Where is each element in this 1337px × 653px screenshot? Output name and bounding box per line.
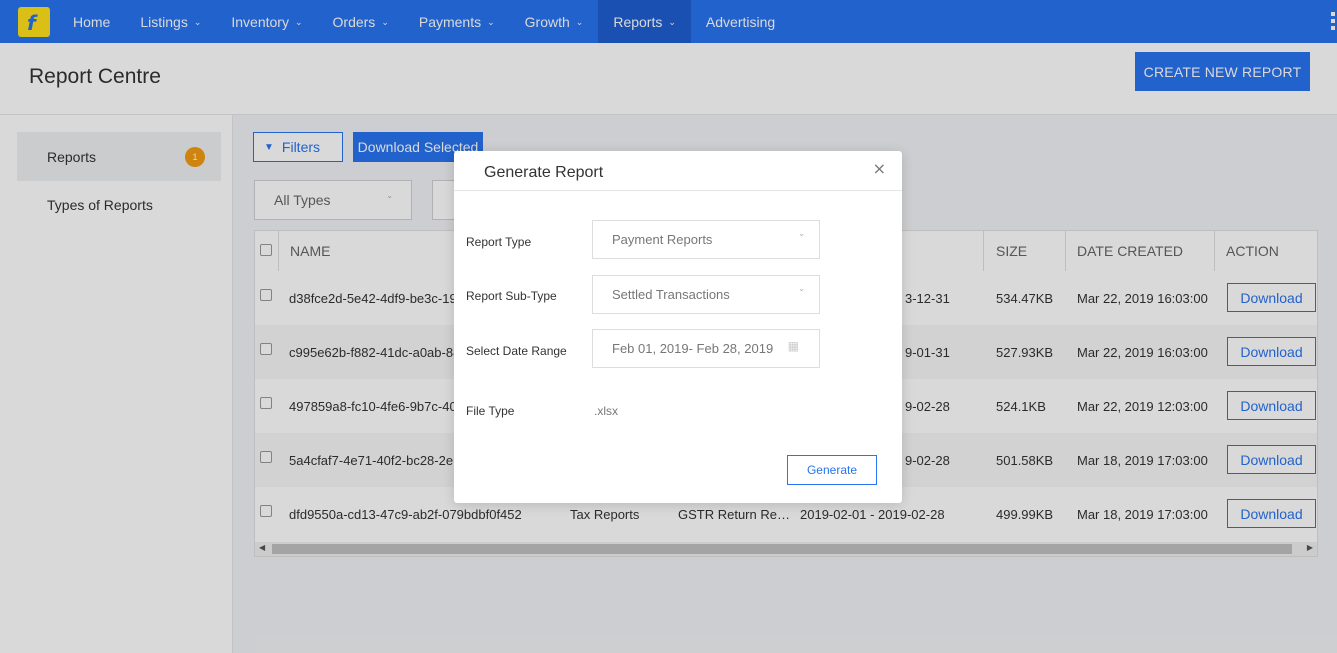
modal-divider [454, 190, 902, 191]
date-range-input[interactable]: Feb 01, 2019- Feb 28, 2019 ▦ [592, 329, 820, 368]
report-type-label: Report Type [466, 235, 532, 249]
file-type-label: File Type [466, 404, 515, 418]
chevron-down-icon: ⌄ [798, 229, 805, 238]
file-type-value: .xlsx [594, 404, 618, 418]
generate-button[interactable]: Generate [787, 455, 877, 485]
chevron-down-icon: ⌄ [798, 284, 805, 293]
date-range-label: Select Date Range [466, 344, 567, 358]
calendar-icon[interactable]: ▦ [788, 339, 799, 353]
modal-title: Generate Report [484, 164, 604, 181]
report-subtype-select[interactable]: Settled Transactions ⌄ [592, 275, 820, 314]
report-type-select[interactable]: Payment Reports ⌄ [592, 220, 820, 259]
report-subtype-label: Report Sub-Type [466, 289, 557, 303]
generate-report-modal: Generate Report × Report Type Payment Re… [454, 151, 902, 503]
close-icon[interactable]: × [873, 159, 886, 178]
